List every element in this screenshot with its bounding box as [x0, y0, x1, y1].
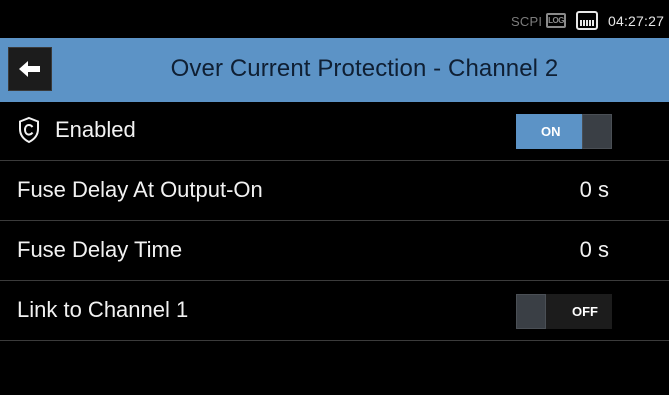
- toggle-state-label: OFF: [572, 304, 598, 319]
- toggle-state-label: ON: [541, 124, 561, 139]
- fuse-delay-time-label: Fuse Delay Time: [17, 237, 183, 262]
- page-header: Over Current Protection - Channel 2: [0, 38, 669, 102]
- screen: SCPI LOG 04:27:27 Over Current Protectio…: [0, 0, 669, 395]
- toggle-knob: [582, 114, 612, 149]
- setting-row-fuse-delay-output-on[interactable]: Fuse Delay At Output-On 0 s: [0, 162, 669, 221]
- setting-row-fuse-delay-time[interactable]: Fuse Delay Time 0 s: [0, 222, 669, 281]
- link-channel-toggle[interactable]: OFF: [516, 294, 612, 329]
- back-button[interactable]: [8, 47, 52, 91]
- page-title: Over Current Protection - Channel 2: [170, 55, 559, 82]
- fuse-delay-output-on-label: Fuse Delay At Output-On: [17, 177, 263, 202]
- arrow-left-icon: [19, 61, 40, 77]
- enabled-label: Enabled: [55, 117, 136, 142]
- clock-time: 04:27:27: [608, 13, 665, 29]
- setting-row-enabled: Enabled ON: [0, 102, 669, 161]
- fuse-delay-output-on-value[interactable]: 0 s: [580, 177, 609, 203]
- setting-row-link-channel: Link to Channel 1 OFF: [0, 282, 669, 341]
- log-icon: LOG: [546, 13, 566, 28]
- shield-icon: [19, 116, 39, 144]
- enabled-toggle[interactable]: ON: [516, 114, 612, 149]
- toggle-knob: [516, 294, 546, 329]
- scpi-indicator: SCPI: [511, 14, 543, 29]
- link-channel-label: Link to Channel 1: [17, 297, 189, 322]
- status-bar: SCPI LOG 04:27:27: [0, 0, 669, 38]
- lan-connector-icon: [576, 11, 598, 30]
- fuse-delay-time-value[interactable]: 0 s: [580, 237, 609, 263]
